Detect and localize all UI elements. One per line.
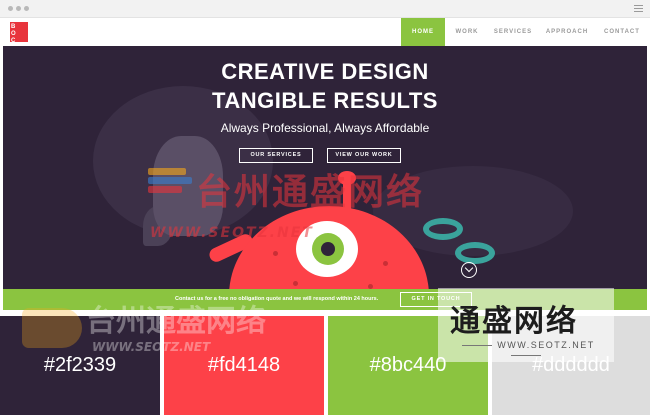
window-dot-icon[interactable]: [8, 6, 13, 11]
window-dot-icon[interactable]: [16, 6, 21, 11]
nav-item-approach[interactable]: APPROACH: [537, 18, 597, 46]
watermark-badge-title: 通盛网络: [450, 304, 578, 339]
watermark-url: WWW.SEOTZ.NET: [150, 225, 314, 241]
watermark-logo-icon: [22, 308, 82, 348]
hero-subtitle: Always Professional, Always Affordable: [220, 121, 430, 135]
site-logo[interactable]: B O C CO: [10, 22, 28, 50]
hero-title: CREATIVE DESIGN: [221, 59, 429, 84]
watermark-text: 台州通盛网络: [196, 172, 425, 213]
nav-item-work[interactable]: WORK: [445, 18, 489, 46]
scissors-illustration: [455, 242, 495, 264]
hero-title: TANGIBLE RESULTS: [212, 88, 438, 113]
watermark-text: 台州通盛网络: [86, 304, 266, 339]
watermark-badge-url: WWW.SEOTZ.NET: [448, 340, 604, 360]
view-our-work-button[interactable]: VIEW OUR WORK: [327, 148, 401, 163]
watermark-logo-icon: [148, 168, 192, 198]
chevron-down-circle-icon[interactable]: [461, 262, 477, 278]
monster-eye-pupil: [321, 242, 335, 256]
nav-item-services[interactable]: SERVICES: [489, 18, 537, 46]
our-services-button[interactable]: OUR SERVICES: [239, 148, 313, 163]
monster-spot: [383, 261, 388, 266]
browser-chrome: [0, 0, 650, 18]
site-navbar: B O C CO HOME WORK SERVICES APPROACH CON…: [3, 18, 647, 50]
monster-spot: [293, 281, 298, 286]
window-dot-icon[interactable]: [24, 6, 29, 11]
logo-letter: B: [11, 24, 16, 30]
main-nav: HOME WORK SERVICES APPROACH CONTACT: [401, 18, 647, 46]
nav-item-contact[interactable]: CONTACT: [597, 18, 647, 46]
watermark-badge: 通盛网络 WWW.SEOTZ.NET: [438, 288, 614, 362]
nav-item-home[interactable]: HOME: [401, 18, 445, 46]
hamburger-icon[interactable]: [634, 5, 643, 13]
scissors-illustration: [423, 218, 463, 240]
logo-letter: C: [11, 38, 16, 44]
window-controls: [8, 6, 29, 11]
monster-spot: [273, 251, 278, 256]
watermark-url: WWW.SEOTZ.NET: [92, 340, 211, 354]
logo-letter: O: [11, 31, 16, 37]
